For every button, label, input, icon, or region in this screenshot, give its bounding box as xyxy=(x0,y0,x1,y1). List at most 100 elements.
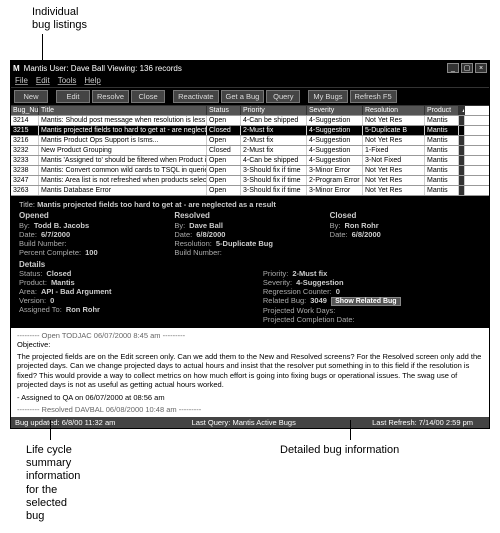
opened-heading: Opened xyxy=(19,211,170,220)
col-status[interactable]: Status xyxy=(207,106,241,115)
table-row[interactable]: 3238Mantis: Convert common wild cards to… xyxy=(11,166,489,176)
product-value: Mantis xyxy=(51,278,259,287)
menu-file[interactable]: File xyxy=(15,76,28,85)
bug-grid[interactable]: Bug_Num Title Status Priority Severity R… xyxy=(11,106,489,196)
cell-resolution: Not Yet Res xyxy=(363,176,425,185)
lifecycle-resolved: Resolved By:Dave Ball Date:6/8/2000 Reso… xyxy=(174,211,325,257)
annotation-top: Individual bug listings xyxy=(32,6,87,32)
cell-title: Mantis projected fields too hard to get … xyxy=(39,126,207,135)
resolved-history-line: --------- Resolved DAVBAL 06/08/2000 10:… xyxy=(17,405,483,414)
statusbar: Bug updated: 6/8/00 11:32 am Last Query:… xyxy=(11,417,489,428)
table-row[interactable]: 3214Mantis: Should post message when res… xyxy=(11,116,489,126)
table-row[interactable]: 3263Mantis Database ErrorOpen3-Should fi… xyxy=(11,186,489,196)
cell-severity: 4-Suggestion xyxy=(307,126,363,135)
resolved-build xyxy=(226,248,326,257)
get-a-bug-button[interactable]: Get a Bug xyxy=(221,90,265,103)
cell-num: 3247 xyxy=(11,176,39,185)
version-value: 0 xyxy=(50,296,259,305)
projected-work-days xyxy=(339,306,481,315)
objective-label: Objective: xyxy=(17,340,483,349)
scrollbar-track[interactable] xyxy=(459,156,465,165)
cell-status: Open xyxy=(207,186,241,195)
col-product[interactable]: Product xyxy=(425,106,459,115)
cell-product: Mantis xyxy=(425,126,459,135)
status-last-query: Last Query: Mantis Active Bugs xyxy=(192,418,308,427)
scrollbar-track[interactable] xyxy=(459,186,465,195)
query-button[interactable]: Query xyxy=(266,90,300,103)
scrollbar-track[interactable] xyxy=(459,136,465,145)
status-value: Closed xyxy=(46,269,259,278)
col-num[interactable]: Bug_Num xyxy=(11,106,39,115)
cell-severity: 3-Minor Error xyxy=(307,186,363,195)
related-bug: 3049 Show Related Bug xyxy=(310,296,481,306)
cell-title: Mantis Database Error xyxy=(39,186,207,195)
area-value: API - Bad Argument xyxy=(41,287,259,296)
grid-header[interactable]: Bug_Num Title Status Priority Severity R… xyxy=(11,106,489,116)
lifecycle-opened: Opened By:Todd B. Jacobs Date:6/7/2000 B… xyxy=(19,211,170,257)
cell-priority: 3-Should fix if time xyxy=(241,176,307,185)
annotation-bottom-right: Detailed bug information xyxy=(280,444,399,457)
col-title[interactable]: Title xyxy=(39,106,207,115)
lifecycle-closed: Closed By:Ron Rohr Date:6/8/2000 xyxy=(330,211,481,257)
window-title: Mantis User: Dave Ball Viewing: 136 reco… xyxy=(24,64,182,73)
assigned-to-value: Ron Rohr xyxy=(66,305,259,314)
cell-priority: 2-Must fix xyxy=(241,126,307,135)
cell-resolution: Not Yet Res xyxy=(363,116,425,125)
scrollbar-track[interactable] xyxy=(459,116,465,125)
cell-resolution: Not Yet Res xyxy=(363,136,425,145)
cell-title: New Product Grouping xyxy=(39,146,207,155)
cell-product: Mantis xyxy=(425,176,459,185)
scrollbar-track[interactable] xyxy=(459,176,465,185)
my-bugs-button[interactable]: My Bugs xyxy=(308,90,347,103)
scroll-arrow-up-icon[interactable]: ▲ xyxy=(459,106,465,115)
table-row[interactable]: 3247Mantis: Area list is not refreshed w… xyxy=(11,176,489,186)
close-button[interactable]: × xyxy=(475,63,487,73)
maximize-button[interactable]: ▢ xyxy=(461,63,473,73)
cell-product: Mantis xyxy=(425,146,459,155)
cell-product: Mantis xyxy=(425,186,459,195)
cell-status: Open xyxy=(207,156,241,165)
cell-title: Mantis 'Assigned to' should be filtered … xyxy=(39,156,207,165)
priority-value: 2-Must fix xyxy=(292,269,481,278)
minimize-button[interactable]: _ xyxy=(447,63,459,73)
cell-priority: 2-Must fix xyxy=(241,136,307,145)
menu-help[interactable]: Help xyxy=(84,76,100,85)
refresh-button[interactable]: Refresh F5 xyxy=(350,90,397,103)
opened-date: 6/7/2000 xyxy=(41,230,170,239)
cell-priority: 3-Should fix if time xyxy=(241,166,307,175)
cell-num: 3215 xyxy=(11,126,39,135)
titlebar: M Mantis User: Dave Ball Viewing: 136 re… xyxy=(11,61,489,75)
new-button[interactable]: New xyxy=(14,90,48,103)
cell-resolution: Not Yet Res xyxy=(363,166,425,175)
cell-resolution: 3-Not Fixed xyxy=(363,156,425,165)
closed-date: 6/8/2000 xyxy=(352,230,481,239)
show-related-bug-button[interactable]: Show Related Bug xyxy=(331,297,400,306)
closed-heading: Closed xyxy=(330,211,481,220)
reactivate-button[interactable]: Reactivate xyxy=(173,90,218,103)
cell-title: Mantis: Convert common wild cards to TSQ… xyxy=(39,166,207,175)
cell-severity: 4-Suggestion xyxy=(307,136,363,145)
cell-resolution: 5-Duplicate B xyxy=(363,126,425,135)
resolved-date: 6/8/2000 xyxy=(196,230,325,239)
cell-status: Closed xyxy=(207,146,241,155)
table-row[interactable]: 3232New Product GroupingClosed2-Must fix… xyxy=(11,146,489,156)
col-severity[interactable]: Severity xyxy=(307,106,363,115)
scrollbar-track[interactable] xyxy=(459,146,465,155)
scrollbar-track[interactable] xyxy=(459,126,465,135)
scrollbar-track[interactable] xyxy=(459,166,465,175)
table-row[interactable]: 3216Mantis Product Ops Support is Isms..… xyxy=(11,136,489,146)
col-resolution[interactable]: Resolution xyxy=(363,106,425,115)
menu-edit[interactable]: Edit xyxy=(36,76,50,85)
close-button-tb[interactable]: Close xyxy=(131,90,165,103)
menu-tools[interactable]: Tools xyxy=(58,76,77,85)
col-priority[interactable]: Priority xyxy=(241,106,307,115)
cell-status: Open xyxy=(207,116,241,125)
cell-product: Mantis xyxy=(425,166,459,175)
table-row[interactable]: 3215Mantis projected fields too hard to … xyxy=(11,126,489,136)
cell-status: Open xyxy=(207,136,241,145)
resolve-button[interactable]: Resolve xyxy=(92,90,129,103)
edit-button[interactable]: Edit xyxy=(56,90,90,103)
table-row[interactable]: 3233Mantis 'Assigned to' should be filte… xyxy=(11,156,489,166)
cell-severity: 3-Minor Error xyxy=(307,166,363,175)
cell-priority: 2-Must fix xyxy=(241,146,307,155)
